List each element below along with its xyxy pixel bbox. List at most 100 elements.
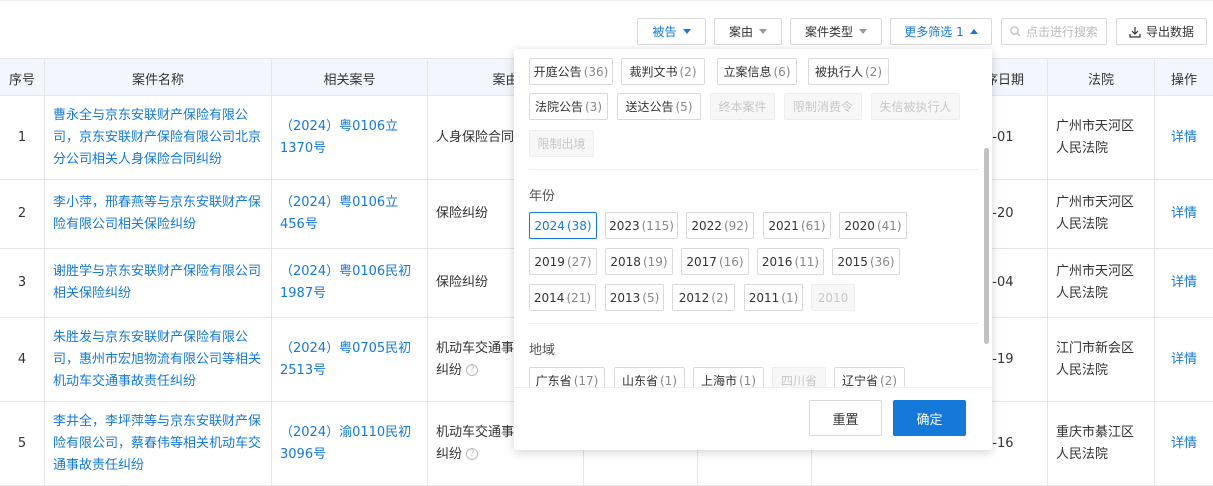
cause-filter-label: 案由: [728, 25, 753, 39]
download-icon: [1129, 26, 1141, 38]
case-name-link[interactable]: 李井全，李坪萍等与京东安联财产保险有限公司，蔡春伟等相关机动车交通事故责任纠纷: [45, 411, 271, 477]
col-header-case-number: 相关案号: [272, 59, 428, 97]
search-input[interactable]: 点击进行搜索: [1001, 18, 1107, 45]
chip-count: (3): [585, 99, 602, 114]
chevron-down-icon: [859, 29, 867, 34]
detail-link[interactable]: 详情: [1171, 127, 1197, 149]
case-cause-line-2: 纠纷: [436, 362, 463, 378]
filter-chip-type[interactable]: 被执行人 (2): [808, 58, 889, 85]
case-cause: 人身保险合同: [436, 129, 515, 145]
chip-label: 被执行人: [814, 65, 863, 79]
filter-chip-year-disabled: 2010: [811, 284, 855, 311]
case-number-link[interactable]: （2024）粤0106立456号: [272, 192, 427, 236]
chip-count: (1): [739, 373, 756, 388]
filter-chip-type[interactable]: 法院公告 (3): [529, 93, 608, 120]
chip-count: (11): [794, 254, 820, 269]
more-filters-panel: 开庭公告 (36) 裁判文书 (2) 立案信息 (6) 被执行人 (2) 法院公告 (3)…: [514, 49, 992, 450]
case-type-filter-button[interactable]: 案件类型: [790, 18, 882, 45]
filter-chip-type[interactable]: 开庭公告 (36): [529, 58, 613, 85]
chip-count: (61): [800, 218, 826, 233]
case-name-link[interactable]: 曹永全与京东安联财产保险有限公司，京东安联财产保险有限公司北京分公司相关人身保险…: [45, 105, 271, 171]
case-cause-line-2: 纠纷: [436, 446, 463, 462]
court-name: 广州市天河区人民法院: [1056, 118, 1135, 156]
reset-button[interactable]: 重置: [809, 400, 882, 436]
filter-chip-year[interactable]: 2014 (21): [529, 284, 596, 311]
chip-count: (1): [660, 373, 677, 388]
detail-link[interactable]: 详情: [1171, 203, 1197, 225]
filter-chip-year[interactable]: 2016 (11): [757, 248, 824, 275]
filter-chip-year[interactable]: 2023 (115): [605, 212, 678, 239]
chip-label: 2013: [609, 290, 641, 305]
cause-filter-button[interactable]: 案由: [714, 18, 782, 45]
case-number-link[interactable]: （2024）渝0110民初3096号: [272, 422, 427, 466]
filter-chip-year[interactable]: 2024 (38): [529, 212, 597, 239]
filter-chip-type-disabled: 失信被执行人: [871, 93, 960, 120]
more-filters-button[interactable]: 更多筛选 1: [890, 18, 992, 45]
case-number-link[interactable]: （2024）粤0106立1370号: [272, 116, 427, 160]
chip-label: 失信被执行人: [879, 100, 952, 114]
chip-label: 送达公告: [625, 100, 674, 114]
chip-label: 2010: [817, 290, 849, 305]
filter-chip-year[interactable]: 2011 (1): [744, 284, 803, 311]
chevron-up-icon: [969, 29, 978, 34]
court-name: 重庆市綦江区人民法院: [1056, 424, 1135, 462]
chip-count: (5): [675, 99, 693, 114]
filter-chip-year[interactable]: 2018 (19): [605, 248, 673, 275]
row-index: 4: [0, 318, 45, 401]
filter-chip-year[interactable]: 2015 (36): [832, 248, 900, 275]
chip-count: (6): [773, 64, 791, 79]
row-index: 2: [0, 180, 45, 248]
case-name-link[interactable]: 李小萍，邢春燕等与京东安联财产保险有限公司相关保险纠纷: [45, 192, 271, 236]
chip-label: 2017: [686, 254, 717, 269]
filter-chip-year[interactable]: 2019 (27): [529, 248, 597, 275]
filter-chip-year[interactable]: 2020 (41): [839, 212, 907, 239]
case-number-link[interactable]: （2024）粤0705民初2513号: [272, 338, 427, 382]
filter-chip-type[interactable]: 送达公告 (5): [617, 93, 701, 120]
defendant-filter-button[interactable]: 被告: [637, 18, 706, 45]
case-cause: 机动车交通事 纠纷 ?: [428, 422, 522, 466]
export-button[interactable]: 导出数据: [1116, 18, 1207, 45]
detail-link[interactable]: 详情: [1171, 349, 1197, 371]
chip-label: 裁判文书: [629, 65, 678, 79]
detail-link[interactable]: 详情: [1171, 433, 1197, 455]
chip-count: (115): [641, 218, 674, 233]
case-cause: 保险纠纷: [436, 206, 489, 221]
row-index: 1: [0, 96, 45, 179]
chip-label: 2023: [609, 218, 640, 233]
case-name-link[interactable]: 朱胜发与京东安联财产保险有限公司，惠州市宏旭物流有限公司等相关机动车交通事故责任…: [45, 327, 271, 393]
section-divider: [529, 323, 979, 324]
help-icon[interactable]: ?: [466, 448, 479, 460]
case-cause: 机动车交通事 纠纷 ?: [428, 338, 522, 382]
case-number-link[interactable]: （2024）粤0106民初1987号: [272, 261, 427, 305]
chip-label: 开庭公告: [533, 65, 582, 79]
panel-scrollbar[interactable]: [984, 148, 989, 344]
filter-chip-year[interactable]: 2013 (5): [605, 284, 664, 311]
export-label: 导出数据: [1145, 25, 1194, 39]
case-cause: 保险纠纷: [436, 275, 489, 290]
chip-count: (36): [583, 64, 609, 79]
court-name: 广州市天河区人民法院: [1056, 195, 1135, 232]
filter-chip-type[interactable]: 立案信息 (6): [717, 58, 797, 85]
filter-chip-year[interactable]: 2022 (92): [686, 212, 754, 239]
filter-chip-year[interactable]: 2017 (16): [681, 248, 749, 275]
detail-link[interactable]: 详情: [1171, 272, 1197, 294]
chip-count: (2): [679, 64, 697, 79]
chip-label: 法院公告: [534, 100, 583, 114]
confirm-button[interactable]: 确定: [893, 400, 966, 436]
col-header-case-name: 案件名称: [45, 59, 272, 97]
filter-chip-type[interactable]: 裁判文书 (2): [621, 58, 705, 85]
chip-count: (5): [642, 290, 660, 305]
filter-chip-year[interactable]: 2012 (2): [672, 284, 735, 311]
chip-label: 2012: [678, 290, 710, 305]
region-section-title: 地域: [529, 343, 556, 358]
chip-count: (19): [642, 254, 668, 269]
filter-chip-year[interactable]: 2021 (61): [763, 212, 831, 239]
row-index: 3: [0, 249, 45, 317]
col-header-index: 序号: [0, 59, 45, 97]
case-name-link[interactable]: 谢胜学与京东安联财产保险有限公司相关保险纠纷: [45, 261, 271, 305]
court-name: 江门市新会区人民法院: [1056, 340, 1135, 378]
panel-footer: 重置 确定: [514, 387, 992, 450]
case-cause-line-1: 机动车交通事: [436, 340, 515, 356]
help-icon[interactable]: ?: [466, 364, 479, 376]
year-section-title: 年份: [529, 189, 556, 204]
